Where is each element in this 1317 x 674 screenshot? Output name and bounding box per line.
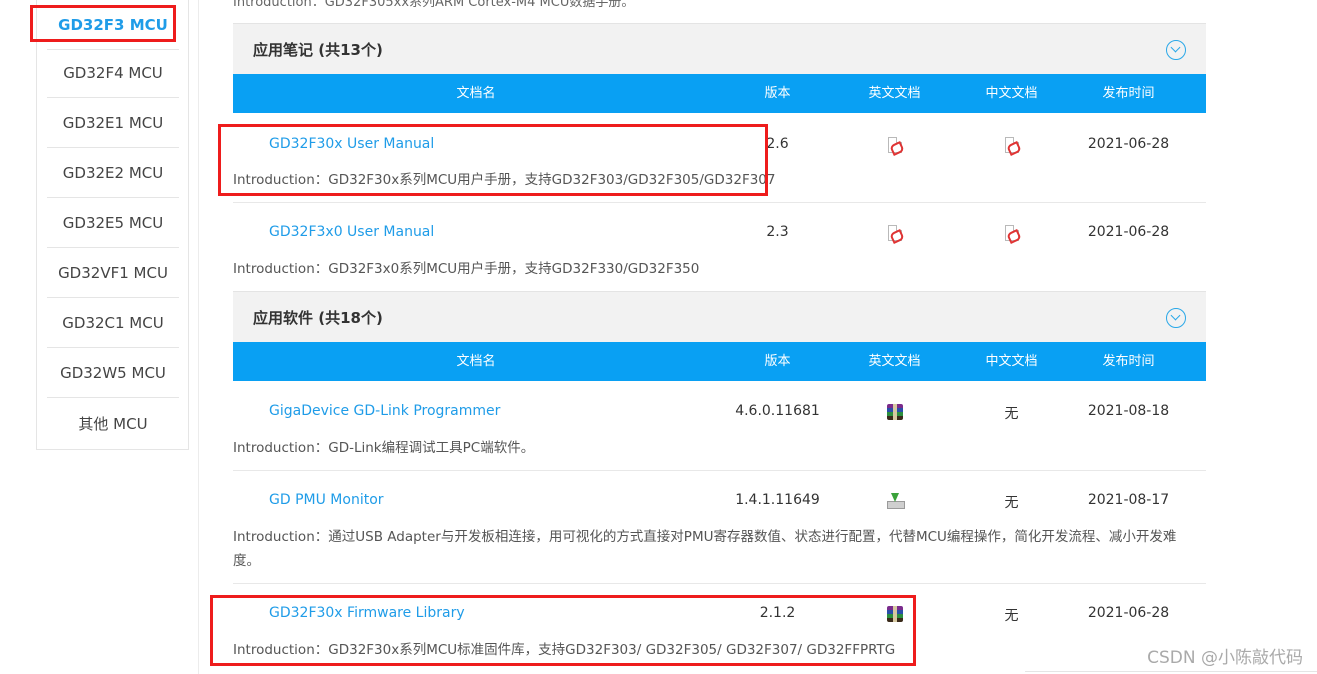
highlight-box-user-manual <box>218 124 768 196</box>
release-date: 2021-08-18 <box>1087 403 1170 419</box>
en-doc-cell[interactable] <box>836 136 953 157</box>
download-icon[interactable] <box>886 493 905 509</box>
doc-intro: Introduction：GD-Link编程调试工具PC端软件。 <box>233 440 535 456</box>
col-name: 文档名 <box>456 354 496 369</box>
sidebar-item-gd32e5[interactable]: GD32E5 MCU <box>47 198 179 248</box>
highlight-box-firmware <box>210 595 916 666</box>
col-name: 文档名 <box>456 86 496 101</box>
en-doc-cell[interactable] <box>836 403 953 424</box>
cn-doc-cell[interactable] <box>953 136 1070 157</box>
col-date: 发布时间 <box>1102 354 1155 369</box>
previous-intro: Introduction：GD32F305xx系列ARM Cortex-M4 M… <box>233 0 635 10</box>
doc-intro: Introduction：通过USB Adapter与开发板相连接，用可视化的方… <box>233 529 1177 569</box>
pdf-icon[interactable] <box>887 225 902 241</box>
col-en-doc: 英文文档 <box>868 354 921 369</box>
sidebar-item-gd32f4[interactable]: GD32F4 MCU <box>47 48 179 98</box>
sidebar-item-gd32e1[interactable]: GD32E1 MCU <box>47 98 179 148</box>
sidebar-item-gd32e2[interactable]: GD32E2 MCU <box>47 148 179 198</box>
version: 2.3 <box>766 224 789 240</box>
table-row: GigaDevice GD-Link Programmer 4.6.0.1168… <box>233 381 1206 471</box>
en-doc-cell[interactable] <box>836 224 953 245</box>
highlight-box-sidebar <box>30 5 176 42</box>
table-header: 文档名 版本 英文文档 中文文档 发布时间 <box>233 74 1206 113</box>
doc-intro: Introduction：GD32F3x0系列MCU用户手册，支持GD32F33… <box>233 261 700 277</box>
doc-link[interactable]: GD32F3x0 User Manual <box>269 224 434 240</box>
col-version: 版本 <box>764 354 791 369</box>
doc-link[interactable]: GD PMU Monitor <box>269 492 384 508</box>
chevron-down-icon[interactable] <box>1166 40 1186 60</box>
release-date: 2021-06-28 <box>1087 605 1170 621</box>
release-date: 2021-08-17 <box>1087 492 1170 508</box>
pdf-icon[interactable] <box>1004 225 1019 241</box>
version: 1.4.1.11649 <box>735 492 820 508</box>
cn-doc-cell: 无 <box>1004 406 1019 422</box>
cn-doc-cell: 无 <box>1004 608 1019 624</box>
release-date: 2021-06-28 <box>1087 224 1170 240</box>
col-cn-doc: 中文文档 <box>985 86 1038 101</box>
col-version: 版本 <box>764 86 791 101</box>
pdf-icon[interactable] <box>887 137 902 153</box>
table-header: 文档名 版本 英文文档 中文文档 发布时间 <box>233 342 1206 381</box>
col-cn-doc: 中文文档 <box>985 354 1038 369</box>
col-en-doc: 英文文档 <box>868 86 921 101</box>
sidebar-item-gd32c1[interactable]: GD32C1 MCU <box>47 298 179 348</box>
section-title: 应用软件 (共18个) <box>253 309 383 327</box>
sidebar-item-other[interactable]: 其他 MCU <box>47 398 179 448</box>
table-row: GD32F3x0 User Manual 2.3 2021-06-28 Intr… <box>233 203 1206 292</box>
col-date: 发布时间 <box>1102 86 1155 101</box>
cn-doc-cell[interactable] <box>953 224 1070 245</box>
pdf-icon[interactable] <box>1004 137 1019 153</box>
doc-link[interactable]: GigaDevice GD-Link Programmer <box>269 403 500 419</box>
section-title: 应用笔记 (共13个) <box>253 41 383 59</box>
section-header-app-notes[interactable]: 应用笔记 (共13个) <box>233 23 1206 74</box>
archive-icon[interactable] <box>886 404 903 420</box>
section-header-app-software[interactable]: 应用软件 (共18个) <box>233 291 1206 342</box>
table-row: GD PMU Monitor 1.4.1.11649 无 2021-08-17 … <box>233 471 1206 584</box>
divider <box>198 0 199 674</box>
version: 4.6.0.11681 <box>735 403 820 419</box>
product-sidebar: GD32F3 MCU GD32F4 MCU GD32E1 MCU GD32E2 … <box>36 0 189 450</box>
cn-doc-cell: 无 <box>1004 495 1019 511</box>
watermark: CSDN @小陈敲代码 <box>1147 648 1303 668</box>
release-date: 2021-06-28 <box>1087 136 1170 152</box>
chevron-down-icon[interactable] <box>1166 308 1186 328</box>
sidebar-item-gd32vf1[interactable]: GD32VF1 MCU <box>47 248 179 298</box>
sidebar-item-gd32w5[interactable]: GD32W5 MCU <box>47 348 179 398</box>
en-doc-cell[interactable] <box>836 492 953 513</box>
divider <box>1025 671 1317 672</box>
